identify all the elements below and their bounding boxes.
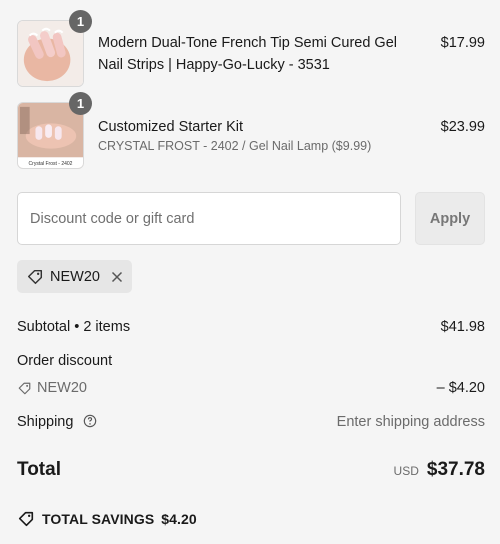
apply-button[interactable]: Apply: [415, 192, 485, 245]
item-price: $23.99: [440, 119, 485, 135]
quantity-badge: 1: [69, 92, 92, 115]
discount-code-row: NEW20 – $4.20: [17, 380, 485, 400]
line-item: 1 Modern Dual-Tone French Tip Semi Cured…: [17, 10, 485, 90]
total-savings: TOTAL SAVINGS $4.20: [17, 510, 485, 528]
subtotal-label: Subtotal • 2 items: [17, 319, 131, 335]
total-amount-group: USD $37.78: [394, 459, 485, 481]
discount-code-input[interactable]: [17, 192, 401, 245]
savings-label: TOTAL SAVINGS: [42, 511, 155, 527]
item-variant: CRYSTAL FROST - 2402 / Gel Nail Lamp ($9…: [98, 139, 372, 153]
total-value: $37.78: [426, 459, 485, 480]
discount-code-label: NEW20: [37, 380, 87, 396]
item-title: Customized Starter Kit: [98, 119, 244, 135]
close-icon[interactable]: [111, 271, 123, 283]
thumbnail-caption: Crystal Frost - 2402: [28, 161, 73, 167]
savings-value: $4.20: [161, 511, 197, 527]
total-savings-row: TOTAL SAVINGS $4.20: [17, 510, 485, 528]
quantity-badge: 1: [69, 10, 92, 33]
currency-code: USD: [393, 464, 419, 478]
item-price: $17.99: [440, 35, 485, 51]
discount-value: – $4.20: [436, 380, 485, 396]
tag-icon: [27, 269, 43, 284]
savings-tag-icon: [18, 511, 34, 527]
subtotal-value: $41.98: [440, 319, 485, 335]
shipping-value: Enter shipping address: [336, 414, 485, 430]
total-row: Total USD $37.78: [17, 459, 485, 481]
total-label: Total: [17, 459, 61, 480]
help-icon[interactable]: [83, 414, 97, 428]
shipping-row: Shipping Enter shipping address: [17, 414, 485, 430]
line-item: Crystal Frost - 2402 1 Customized Starte…: [17, 92, 485, 172]
item-title: Modern Dual-Tone French Tip Semi Cured G…: [98, 35, 397, 73]
subtotal-row: Subtotal • 2 items $41.98: [17, 319, 485, 335]
order-discount-label: Order discount: [17, 353, 113, 369]
applied-discount-chip: NEW20: [17, 260, 132, 293]
discount-code-tag: NEW20: [17, 380, 87, 396]
tag-icon: [18, 382, 31, 394]
order-discount-row: Order discount: [17, 353, 485, 369]
applied-code-label: NEW20: [50, 268, 100, 285]
shipping-label: Shipping: [17, 414, 74, 430]
